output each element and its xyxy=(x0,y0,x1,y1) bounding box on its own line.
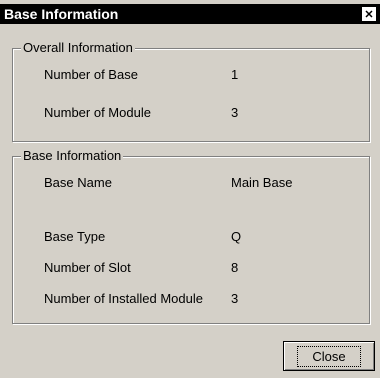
number-of-slot-value: 8 xyxy=(231,260,239,275)
background-edge xyxy=(380,0,389,378)
overall-information-legend: Overall Information xyxy=(21,40,135,55)
close-button[interactable]: Close xyxy=(283,341,375,371)
number-of-installed-module-value: 3 xyxy=(231,291,239,306)
base-type-label: Base Type xyxy=(44,229,106,244)
close-button-label: Close xyxy=(297,345,361,367)
dialog-window: Base Information ✕ Overall Information N… xyxy=(0,0,389,378)
title-bar[interactable]: Base Information ✕ xyxy=(0,4,380,24)
close-glyph: ✕ xyxy=(364,8,374,21)
close-icon[interactable]: ✕ xyxy=(362,7,376,21)
number-of-module-value: 3 xyxy=(231,105,239,120)
number-of-module-label: Number of Module xyxy=(44,105,151,120)
base-name-label: Base Name xyxy=(44,175,112,190)
number-of-installed-module-label: Number of Installed Module xyxy=(44,291,203,306)
number-of-base-value: 1 xyxy=(231,67,239,82)
window-title: Base Information xyxy=(4,6,119,22)
number-of-slot-label: Number of Slot xyxy=(44,260,131,275)
base-information-legend: Base Information xyxy=(21,148,124,163)
base-name-value: Main Base xyxy=(231,175,293,190)
overall-information-group: Overall Information xyxy=(12,40,370,142)
base-type-value: Q xyxy=(231,229,242,244)
number-of-base-label: Number of Base xyxy=(44,67,138,82)
